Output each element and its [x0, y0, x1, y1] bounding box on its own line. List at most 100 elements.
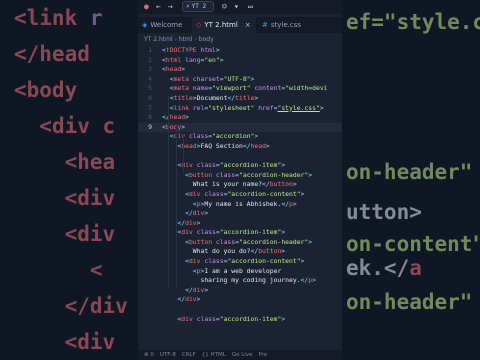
breadcrumb-html[interactable]: html — [179, 36, 193, 43]
code-token: > — [215, 46, 220, 54]
code-token: div — [188, 257, 201, 266]
indent-guide — [176, 124, 177, 288]
code-token: <body — [14, 78, 78, 102]
background-code-line: on-header" — [346, 290, 472, 314]
layout-icon[interactable]: ▭ — [248, 2, 253, 11]
code-token: button — [269, 180, 293, 189]
code-token: "accordion-content" — [227, 189, 301, 198]
code-token: "accordion" — [212, 132, 255, 141]
indent-guide — [183, 134, 184, 174]
code-area[interactable]: 1 <!DOCTYPE html> 2 <html lang="en"> 3 <head>… — [138, 46, 342, 324]
code-token: button — [188, 237, 213, 246]
line-text: </head> — [162, 113, 189, 123]
tab-label: style.css — [270, 21, 302, 29]
code-token: My name is Abhishek. — [204, 199, 282, 208]
code-token: > — [181, 122, 186, 131]
code-token: </ — [242, 141, 251, 150]
pin-icon[interactable]: ● — [144, 2, 149, 11]
css-icon: # — [262, 21, 268, 29]
tab-welcome[interactable]: ◈ Welcome — [138, 17, 190, 33]
code-token: href — [254, 103, 274, 112]
search-text: YT 2 — [191, 3, 207, 10]
code-token: on-header" — [346, 160, 473, 184]
dropdown-icon[interactable]: ▾ — [234, 2, 239, 11]
code-token: <div — [64, 222, 116, 246]
tab-yt2-html[interactable]: ◇ YT 2.html × — [192, 17, 256, 33]
code-token: < — [89, 258, 103, 282]
status-item[interactable]: Pre — [258, 352, 267, 358]
code-line[interactable]: <div class="accordion-item"> — [138, 315, 342, 325]
breadcrumb: YT 2.html › html › body — [144, 36, 214, 43]
code-token: > — [250, 74, 255, 83]
code-token: meta — [173, 74, 189, 83]
line-text: What is your name?</button> — [162, 180, 297, 190]
code-token: "UTF-8" — [223, 74, 251, 83]
code-line[interactable]: 3 <head> — [138, 65, 342, 75]
code-token: "width=devi — [285, 84, 328, 93]
code-token: > — [281, 314, 286, 323]
line-number: 5 — [148, 84, 152, 93]
line-text: <head>FAQ Section</head> — [162, 141, 269, 152]
code-line[interactable]: 5 <meta name="viewport" content="width=d… — [138, 84, 342, 94]
code-token: on-header" — [346, 290, 473, 314]
code-token: > — [204, 209, 209, 218]
code-token: div — [192, 209, 205, 218]
copilot-icon[interactable]: ☺ — [222, 2, 227, 11]
line-number: 8 — [148, 113, 152, 122]
background-code-line: </div — [14, 294, 128, 318]
status-item[interactable]: {} HTML — [202, 352, 226, 358]
status-item[interactable]: ⊗ 0 — [144, 352, 154, 358]
background-code-line: <div c — [14, 114, 115, 138]
code-token: <div — [64, 186, 116, 210]
line-text: <meta name="viewport" content="width=dev… — [162, 84, 328, 94]
line-text: <html lang="en"> — [162, 56, 224, 66]
code-token: Document — [196, 93, 228, 102]
code-token: name — [188, 84, 209, 93]
code-token: > — [308, 170, 313, 179]
code-token: div — [181, 228, 193, 237]
code-token: "accordion-item" — [219, 228, 282, 237]
command-search[interactable]: ⌕ YT 2 — [182, 1, 214, 12]
breadcrumb-body[interactable]: body — [199, 36, 214, 43]
background-code-line: <div — [14, 222, 116, 246]
line-text: <body> — [162, 123, 185, 133]
code-token: > — [196, 295, 201, 304]
close-icon[interactable]: × — [245, 21, 251, 29]
code-line[interactable]: 2 <html lang="en"> — [138, 56, 342, 66]
code-token: "accordion-header" — [239, 237, 309, 246]
status-item[interactable]: UTF-8 — [160, 352, 176, 358]
background-code-left: <link r </head <body <div c <hea <div <div… — [0, 0, 138, 360]
code-token: title — [235, 93, 255, 102]
code-editor-window: ● ← → ⌕ YT 2 ☺ ▾ ▭ ◈ Welcome ◇ YT 2.html… — [138, 0, 342, 360]
background-code-line: utton> — [346, 200, 422, 224]
code-token: FAQ Section — [200, 141, 243, 150]
forward-arrow-icon[interactable]: → — [168, 2, 173, 11]
code-token: "accordion-header" — [239, 170, 309, 179]
code-line[interactable]: 4 <meta charset="UTF-8"> — [138, 75, 342, 85]
code-token: </div — [64, 294, 128, 318]
code-line[interactable]: 1 <!DOCTYPE html> — [138, 46, 342, 56]
code-line[interactable]: </div> — [138, 295, 342, 305]
line-number: 2 — [148, 55, 152, 64]
code-token: class — [185, 132, 209, 141]
line-text: What do you do?</button> — [162, 247, 285, 257]
back-arrow-icon[interactable]: ← — [156, 2, 161, 11]
background-code-line: on-header" — [346, 160, 472, 184]
code-token: > — [292, 199, 297, 208]
code-token: div — [181, 314, 193, 323]
line-text: <!DOCTYPE html> — [162, 46, 220, 56]
line-number: 4 — [148, 74, 152, 83]
code-token: <div c — [39, 114, 116, 138]
status-item[interactable]: CRLF — [182, 352, 196, 358]
tab-style-css[interactable]: # style.css — [258, 17, 314, 33]
breadcrumb-file[interactable]: YT 2.html — [144, 36, 173, 43]
code-token: sharing my coding journey. — [162, 276, 301, 285]
code-token: > — [312, 276, 316, 285]
status-item[interactable]: Go Live — [232, 352, 253, 358]
vscode-icon: ◈ — [142, 21, 148, 29]
code-token: I am a web developer — [204, 266, 282, 275]
code-line[interactable] — [138, 305, 342, 315]
